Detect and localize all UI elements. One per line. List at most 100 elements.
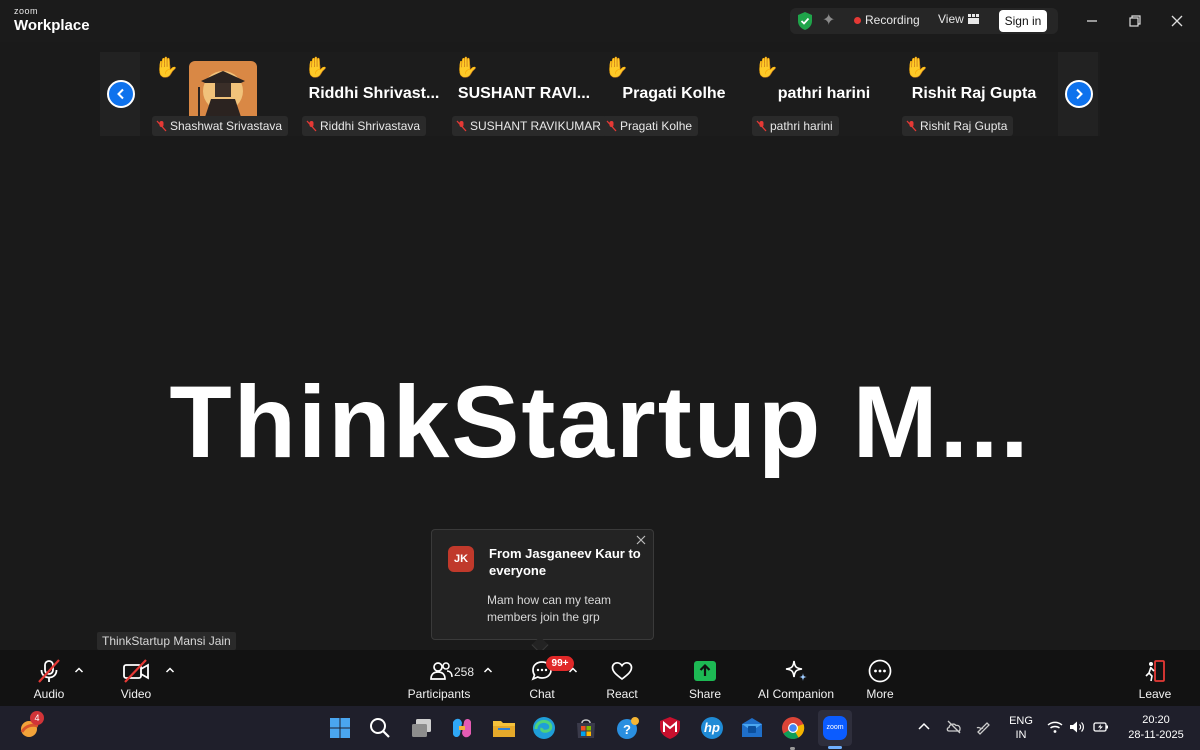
- task-view-icon[interactable]: [408, 714, 436, 742]
- raised-hand-icon: ✋: [154, 57, 179, 79]
- participant-tile[interactable]: ✋ SUSHANT RAVI... SUSHANT RAVIKUMAR: [450, 52, 607, 136]
- lang-region: IN: [1015, 729, 1027, 741]
- participant-tile[interactable]: ✋ Rishit Raj Gupta Rishit Raj Gupta: [900, 52, 1048, 136]
- leave-button[interactable]: Leave: [1130, 650, 1180, 706]
- volume-icon[interactable]: [1068, 718, 1086, 736]
- widgets-badge: 4: [30, 711, 44, 725]
- more-label: More: [866, 687, 894, 701]
- muted-mic-icon: [306, 120, 317, 132]
- participants-label: Participants: [407, 687, 471, 701]
- system-clock[interactable]: 20:20 28-11-2025: [1118, 713, 1194, 743]
- strip-next-button[interactable]: [1058, 52, 1098, 136]
- zoom-taskbar-button[interactable]: zoom: [818, 710, 852, 746]
- chip-name: Rishit Raj Gupta: [920, 119, 1008, 133]
- participant-name-chip: Riddhi Shrivastava: [302, 116, 427, 136]
- windows-taskbar: 4 ? hp zoom ENG IN 20:20 28-11-2025: [0, 706, 1200, 750]
- file-explorer-icon[interactable]: [490, 714, 518, 742]
- chip-name: Pragati Kolhe: [620, 119, 693, 133]
- chip-name: Shashwat Srivastava: [170, 119, 283, 133]
- ai-companion-button[interactable]: AI Companion: [755, 650, 837, 706]
- zoom-active-indicator: [828, 746, 842, 749]
- battery-charging-icon[interactable]: [1092, 718, 1110, 736]
- ai-companion-label: AI Companion: [757, 687, 835, 701]
- participant-display-name: Riddhi Shrivast...: [308, 85, 440, 102]
- microsoft-store-icon[interactable]: [572, 714, 600, 742]
- chrome-icon[interactable]: [779, 714, 807, 742]
- recording-dot-icon: [854, 17, 861, 24]
- wifi-icon[interactable]: [1046, 718, 1064, 736]
- share-screen-button[interactable]: Share: [680, 650, 730, 706]
- sign-in-button[interactable]: Sign in: [999, 10, 1047, 32]
- muted-mic-icon: [906, 120, 917, 132]
- participant-name-chip: pathri harini: [752, 116, 839, 136]
- get-help-icon[interactable]: ?: [614, 714, 642, 742]
- raised-hand-icon: ✋: [604, 57, 629, 79]
- title-bar: zoom Workplace ✦ Recording View Sign in: [0, 0, 1200, 42]
- chevron-up-icon[interactable]: [165, 666, 175, 674]
- windows-start-icon[interactable]: [326, 714, 354, 742]
- sender-avatar: JK: [448, 546, 474, 572]
- close-icon[interactable]: [1166, 10, 1188, 32]
- restore-icon[interactable]: [1124, 10, 1146, 32]
- recording-label[interactable]: Recording: [865, 13, 920, 27]
- lang-code: ENG: [1009, 715, 1033, 727]
- audio-button[interactable]: Audio: [24, 650, 74, 706]
- mcafee-icon[interactable]: [656, 714, 684, 742]
- outlook-mail-icon[interactable]: [738, 714, 766, 742]
- video-off-icon: [123, 659, 149, 683]
- gallery-view-icon[interactable]: [968, 14, 979, 24]
- muted-mic-icon: [156, 120, 167, 132]
- active-speaker-label: ThinkStartup Mansi Jain: [97, 632, 236, 650]
- view-button[interactable]: View: [938, 12, 964, 26]
- participant-display-name: SUSHANT RAVI...: [457, 85, 591, 102]
- chevron-up-icon[interactable]: [74, 666, 84, 674]
- zoom-workplace-logo: zoom Workplace: [14, 6, 90, 34]
- clock-date: 28-11-2025: [1128, 729, 1184, 741]
- raised-hand-icon: ✋: [904, 57, 929, 79]
- leave-door-icon: [1145, 660, 1165, 682]
- muted-mic-icon: [756, 120, 767, 132]
- react-button[interactable]: React: [597, 650, 647, 706]
- minimize-icon[interactable]: [1081, 10, 1103, 32]
- chat-notification-popup[interactable]: JK From Jasganeev Kaur to everyone Mam h…: [431, 529, 654, 654]
- search-icon[interactable]: [366, 714, 394, 742]
- input-language-indicator[interactable]: ENG IN: [1008, 714, 1034, 742]
- hp-logo-text: hp: [704, 720, 720, 735]
- participant-tile[interactable]: ✋ pathri harini pathri harini: [750, 52, 898, 136]
- participant-name-chip: Pragati Kolhe: [602, 116, 699, 136]
- chevron-up-icon[interactable]: [915, 718, 933, 736]
- edge-browser-icon[interactable]: [530, 714, 558, 742]
- participants-icon: [430, 662, 453, 680]
- share-screen-icon: [694, 661, 716, 681]
- participant-name-chip: SUSHANT RAVIKUMAR: [452, 116, 607, 136]
- participant-tile[interactable]: ✋ Pragati Kolhe Pragati Kolhe: [600, 52, 748, 136]
- chip-name: SUSHANT RAVIKUMAR: [470, 119, 601, 133]
- chevron-right-icon: [1065, 80, 1093, 108]
- video-button[interactable]: Video: [111, 650, 161, 706]
- participant-name-chip: Rishit Raj Gupta: [902, 116, 1014, 136]
- react-label: React: [606, 687, 638, 701]
- chevron-up-icon[interactable]: [483, 666, 493, 674]
- cloud-off-icon[interactable]: [945, 718, 963, 736]
- chevron-up-icon[interactable]: [568, 666, 578, 674]
- participant-tile[interactable]: ✋ Riddhi Shrivast... Riddhi Shrivastava: [300, 52, 448, 136]
- copilot-icon[interactable]: [448, 714, 476, 742]
- chat-label: Chat: [529, 687, 555, 701]
- zoom-meeting-window: zoom Workplace ✦ Recording View Sign in: [0, 0, 1200, 750]
- ai-sparkle-icon[interactable]: ✦: [822, 11, 840, 31]
- avatar: [189, 61, 257, 123]
- heart-icon: [611, 661, 633, 681]
- participant-name-chip: Shashwat Srivastava: [152, 116, 289, 136]
- pen-tray-icon[interactable]: [975, 718, 993, 736]
- encryption-shield-icon[interactable]: [796, 11, 814, 31]
- chip-name: Riddhi Shrivastava: [320, 119, 421, 133]
- participant-display-name: pathri harini: [777, 85, 871, 102]
- participant-display-name: Pragati Kolhe: [622, 85, 726, 102]
- strip-prev-button[interactable]: [100, 52, 140, 136]
- participant-tile[interactable]: ✋ Shashwat Srivastava: [150, 52, 298, 136]
- more-button[interactable]: More: [855, 650, 905, 706]
- clock-time: 20:20: [1142, 714, 1170, 726]
- hp-icon[interactable]: hp: [698, 714, 726, 742]
- brand-small: zoom: [14, 6, 39, 16]
- leave-label: Leave: [1138, 687, 1172, 701]
